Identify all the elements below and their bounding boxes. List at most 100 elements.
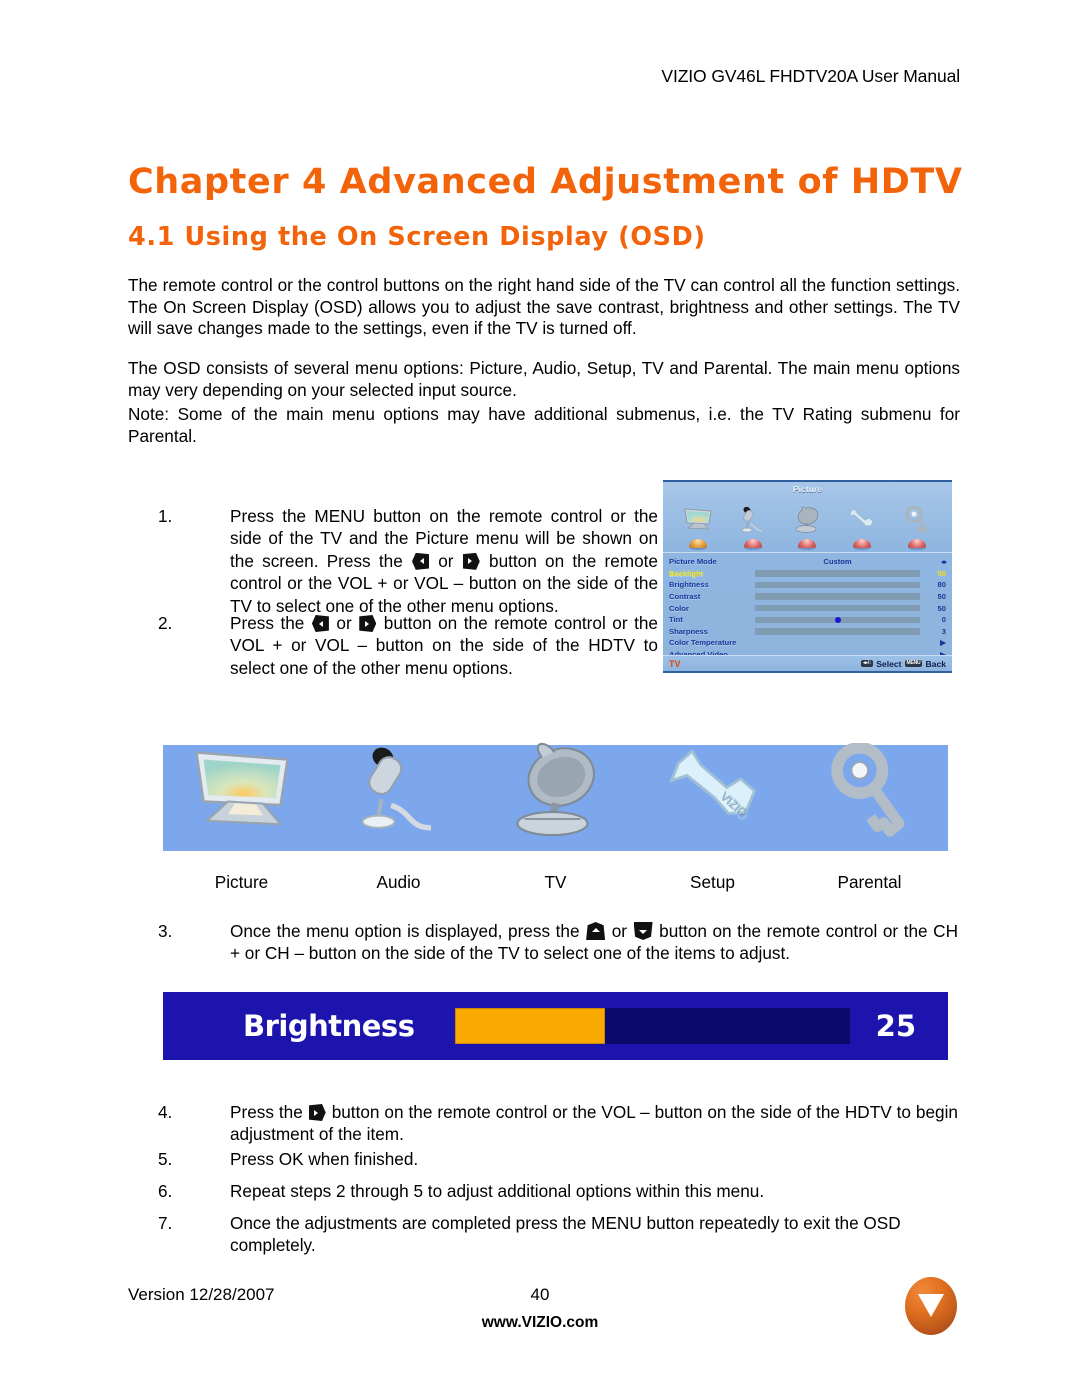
osd-row-backlight[interactable]: Backlight 50: [669, 568, 946, 580]
osd-row-color[interactable]: Color 50: [669, 602, 946, 614]
step-1: 1. Press the MENU button on the remote c…: [158, 505, 658, 617]
osd-tab-picture: [676, 502, 720, 550]
tab-indicator: [743, 539, 762, 550]
osd-picture-menu-screenshot: Picture Picture Mode Custom ◂▸ Backlight…: [663, 480, 952, 673]
key-icon: [895, 502, 939, 538]
microphone-icon: [345, 743, 453, 854]
step-4: 4. Press the button on the remote contro…: [158, 1101, 958, 1146]
osd-label: Backlight: [669, 568, 704, 578]
osd-value: 80: [937, 580, 946, 590]
osd-label: Tint: [669, 615, 683, 625]
satellite-dish-icon: [785, 502, 829, 538]
satellite-dish-icon: [500, 742, 612, 855]
osd-value: 50: [937, 603, 946, 613]
step-3-number: 3.: [158, 921, 173, 941]
right-arrow-key-icon: [308, 1104, 326, 1121]
step-4-text-a: Press the: [230, 1102, 303, 1122]
step-4-body: Press the button on the remote control o…: [230, 1101, 958, 1146]
step-3-text-a: Once the menu option is displayed, press…: [230, 921, 580, 941]
osd-label: Sharpness: [669, 626, 708, 636]
intro-paragraph: The remote control or the control button…: [128, 275, 960, 338]
chapter-title: Chapter 4 Advanced Adjustment of HDTV: [128, 162, 963, 202]
osd-row-sharpness[interactable]: Sharpness 3: [669, 626, 946, 638]
step-7-number: 7.: [158, 1213, 173, 1233]
step-3: 3. Once the menu option is displayed, pr…: [158, 920, 958, 965]
brightness-adjust-bar-screenshot: Brightness 25: [163, 992, 948, 1060]
osd-tab-tv: [785, 502, 829, 550]
menu-label-parental: Parental: [837, 872, 902, 892]
osd-slider-thumb[interactable]: [834, 616, 841, 623]
osd-slider-track[interactable]: [755, 616, 920, 624]
osd-tab-strip: [663, 494, 952, 553]
step-4-text-b: button on the remote control or the VOL …: [230, 1102, 958, 1145]
note-paragraph: Note: Some of the main menu options may …: [128, 404, 960, 446]
tab-indicator: [907, 539, 926, 550]
step-5-body: Press OK when finished.: [230, 1149, 419, 1169]
menu-icon-setup: VIZIO: [634, 745, 791, 851]
osd-value: 50: [937, 592, 946, 602]
step-2-or: or: [336, 613, 352, 633]
section-title: 4.1 Using the On Screen Display (OSD): [128, 222, 706, 252]
wrench-icon: [840, 502, 884, 538]
osd-label: Color Temperature: [669, 638, 737, 648]
osd-row-color-temperature[interactable]: Color Temperature ▶: [669, 637, 946, 649]
tab-indicator: [853, 539, 872, 550]
osd-row-contrast[interactable]: Contrast 50: [669, 591, 946, 603]
step-4-number: 4.: [158, 1102, 173, 1122]
step-3-body: Once the menu option is displayed, press…: [230, 920, 958, 965]
osd-label: Picture Mode: [669, 557, 717, 567]
osd-slider-track[interactable]: [755, 581, 920, 589]
osd-row-tint[interactable]: Tint 0: [669, 614, 946, 626]
osd-label: Color: [669, 603, 689, 613]
osd-slider-track[interactable]: [755, 628, 920, 635]
brightness-label: Brightness: [243, 1009, 415, 1043]
osd-key-hints: ◂▸/↕ Select MENU Back: [861, 659, 946, 669]
step-6-body: Repeat steps 2 through 5 to adjust addit…: [230, 1181, 765, 1201]
menu-key-icon: MENU: [904, 660, 923, 667]
osd-row-brightness[interactable]: Brightness 80: [669, 579, 946, 591]
left-right-adjust-icon: ◂▸: [940, 558, 947, 566]
osd-value: 50: [937, 568, 946, 578]
osd-value: 3: [941, 626, 946, 636]
step-2-body: Press the or button on the remote contro…: [230, 612, 658, 679]
osd-tab-setup: [840, 502, 884, 550]
step-7-body: Once the adjustments are completed press…: [230, 1213, 901, 1256]
step-6: 6. Repeat steps 2 through 5 to adjust ad…: [158, 1180, 958, 1202]
osd-slider-track[interactable]: [755, 570, 920, 577]
menu-label-audio: Audio: [376, 872, 421, 892]
step-2-text-a: Press the: [230, 613, 305, 633]
wrench-icon: VIZIO: [659, 746, 767, 851]
monitor-icon: [676, 502, 720, 538]
step-1-or: or: [438, 550, 454, 571]
page-header-title: VIZIO GV46L FHDTV20A User Manual: [661, 66, 960, 86]
down-arrow-key-icon: [633, 922, 653, 940]
step-5: 5. Press OK when finished.: [158, 1148, 958, 1170]
left-arrow-key-icon: [412, 552, 430, 570]
osd-value: 0: [941, 615, 946, 625]
osd-slider-track[interactable]: [755, 593, 920, 600]
osd-title: Picture: [792, 484, 823, 494]
tab-indicator: [689, 539, 708, 550]
brightness-slider-track[interactable]: [455, 1008, 850, 1044]
menu-icon-audio: [320, 745, 477, 851]
microphone-icon: [731, 502, 775, 538]
osd-value: Custom: [823, 557, 852, 567]
right-arrow-key-icon: [462, 552, 480, 570]
step-2-number: 2.: [158, 613, 173, 633]
osd-settings-list: Picture Mode Custom ◂▸ Backlight 50 Brig…: [663, 553, 952, 660]
submenu-arrow-icon: ▶: [940, 638, 946, 648]
step-1-body: Press the MENU button on the remote cont…: [230, 505, 658, 617]
main-menu-icon-labels: Picture Audio TV Setup Parental: [163, 872, 948, 893]
step-1-number: 1.: [158, 506, 173, 526]
osd-label: Brightness: [669, 580, 709, 590]
osd-slider-track[interactable]: [755, 604, 920, 612]
osd-tab-audio: [731, 502, 775, 550]
menu-label-setup: Setup: [690, 872, 735, 892]
back-hint-label: Back: [925, 658, 946, 669]
logo-v-mark: [918, 1293, 944, 1317]
osd-tab-parental: [895, 502, 939, 550]
key-icon: [818, 741, 922, 854]
osd-overview-paragraph: The OSD consists of several menu options…: [128, 358, 960, 400]
osd-row-picture-mode[interactable]: Picture Mode Custom ◂▸: [669, 556, 947, 568]
menu-label-picture: Picture: [214, 872, 269, 892]
